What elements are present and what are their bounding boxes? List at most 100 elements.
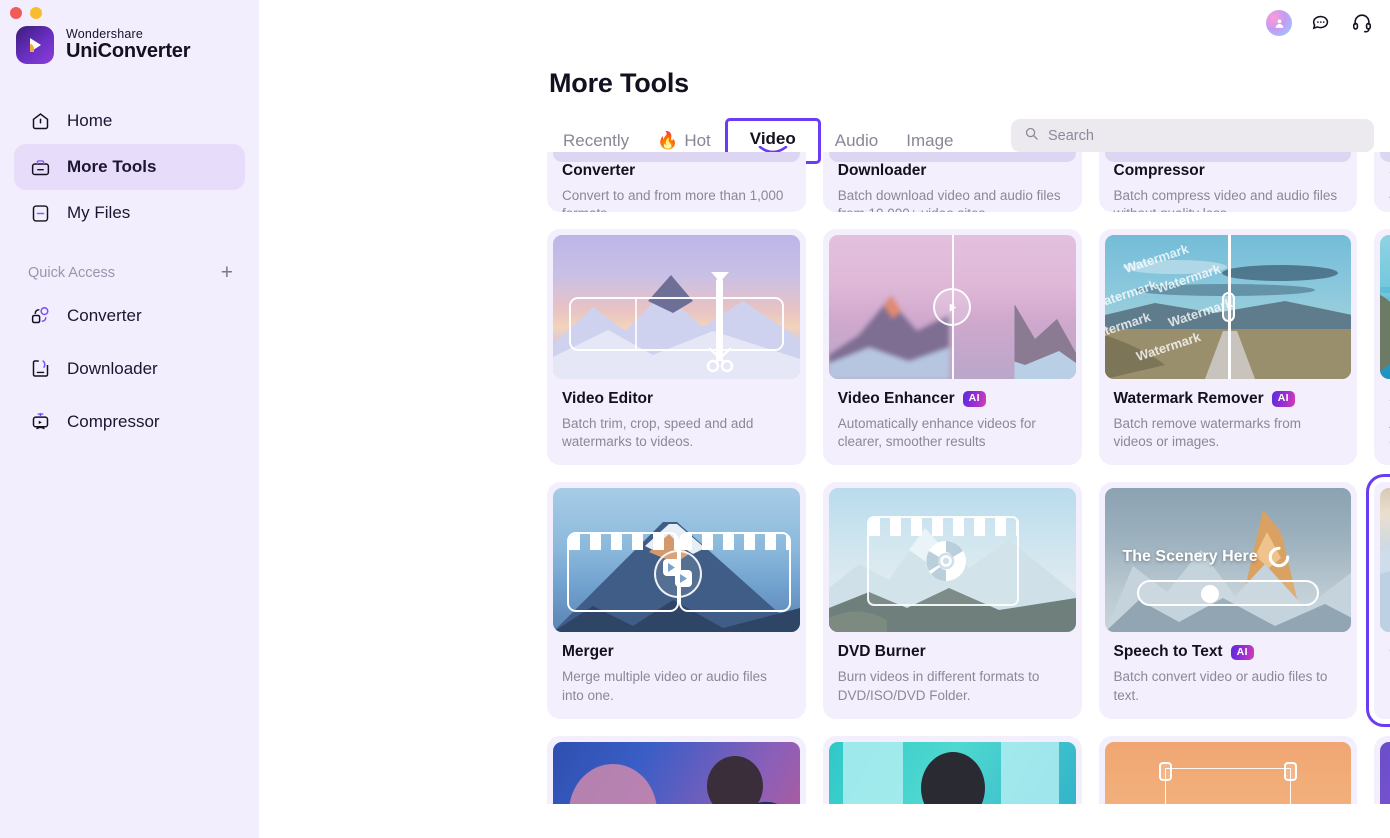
tool-card-compressor[interactable]: Compressor Batch compress video and audi… [1098,152,1358,212]
downloader-thumb [828,152,1076,162]
sidebar-item-label: My Files [67,203,131,222]
tool-row-clipped-bottom: watermark [547,735,1390,804]
tool-title: Merger [562,643,614,661]
screen-recorder-thumb [1380,152,1390,162]
tool-card-partial-2[interactable] [822,735,1082,804]
support-headset-icon[interactable] [1350,11,1374,35]
files-icon [28,201,52,225]
page-title: More Tools [549,68,690,98]
tool-desc: Convert to and from more than 1,000 form… [562,188,784,212]
close-window-button[interactable] [10,7,22,19]
tool-card-partial-3[interactable]: watermark [1098,735,1358,804]
tool-desc: Batch remove watermarks from videos or i… [1113,416,1302,450]
quick-access-header: Quick Access + [0,236,259,289]
sidebar-item-home[interactable]: Home [14,98,245,144]
plus-icon[interactable]: + [221,262,233,283]
top-right-icons [1266,10,1374,36]
sidebar-item-my-files[interactable]: My Files [14,190,245,236]
tool-card-video-editor[interactable]: Video Editor Batch trim, crop, speed and… [547,229,806,466]
toolbox-icon [28,155,52,179]
tab-label: Recently [563,131,630,150]
home-icon [28,109,52,133]
sidebar-item-label: Downloader [67,358,158,378]
sidebar-item-label: Compressor [67,411,160,431]
tool-card-partial-1[interactable] [547,735,806,804]
play-button-icon [933,288,972,326]
window-traffic-lights [10,7,42,19]
tool-title: DVD Burner [837,643,926,661]
dvd-burner-thumb [828,488,1076,633]
app-window: Wondershare UniConverter Home More Tools… [0,0,1390,838]
portrait-window-thumb [828,741,1076,804]
sidebar-item-label: More Tools [67,157,157,176]
sidebar-item-compressor[interactable]: Compressor [0,395,259,448]
tool-desc: Batch compress video and audio files wit… [1113,188,1338,212]
converter-icon [28,304,52,328]
speech-caption-text: The Scenery Here [1122,548,1258,566]
tool-card-partial-4[interactable] [1374,735,1390,804]
tool-card-merger[interactable]: Merger Merge multiple video or audio fil… [547,482,806,719]
tool-card-gif-maker[interactable]: GIF ··· GIF Maker Create a GIF from a vi… [1366,474,1390,727]
tool-desc: Batch convert video or audio files to te… [1113,669,1328,703]
tool-title: Video Enhancer [837,390,955,407]
tool-desc: Burn videos in different formats to DVD/… [837,669,1040,703]
feedback-chat-icon[interactable] [1309,11,1333,35]
subtitle-editor-thumb: TextTextText [1380,235,1390,379]
uniconverter-logo-icon [16,26,54,64]
tool-row-3: Merger Merge multiple video or audio fil… [547,474,1390,727]
tool-title: Video Editor [562,390,654,407]
tool-row-2: Video Editor Batch trim, crop, speed and… [547,229,1390,466]
sidebar-item-more-tools[interactable]: More Tools [14,144,245,190]
downloader-icon [28,357,52,381]
main-content: More Tools Recently 🔥 Hot Video Audio Im… [259,0,1390,838]
minimize-window-button[interactable] [30,7,42,19]
converter-thumb [553,152,800,162]
sidebar-item-downloader[interactable]: Downloader [0,342,259,395]
compressor-icon [28,410,52,434]
speech-to-text-thumb: The Scenery Here [1104,488,1352,633]
sidebar-item-converter[interactable]: Converter [0,289,259,342]
search-input[interactable] [1048,127,1361,144]
video-editor-thumb [553,235,800,379]
gif-maker-thumb: GIF ··· [1380,488,1390,633]
progress-slider[interactable] [1136,580,1320,607]
ai-badge: AI [1271,391,1295,407]
tool-card-screen-recorder[interactable]: Screen Recorder 4K quality screen record… [1374,152,1390,212]
tool-card-converter[interactable]: Converter Convert to and from more than … [547,152,806,212]
ai-badge: AI [962,391,986,407]
sidebar: Wondershare UniConverter Home More Tools… [0,0,259,838]
compare-slider-knob[interactable] [1221,292,1235,322]
tool-row-clipped-top: Converter Convert to and from more than … [547,152,1390,212]
tool-card-dvd-burner[interactable]: DVD Burner Burn videos in different form… [822,482,1082,719]
fire-emoji-icon: 🔥 [657,131,679,150]
search-icon [1024,126,1039,146]
user-avatar[interactable] [1266,10,1292,36]
tool-title: Downloader [837,162,927,179]
tool-card-subtitle-editor[interactable]: TextTextText Subtitle Editor AI Aut [1374,229,1390,466]
watermark-remover-thumb: Watermark Watermark Watermark Watermark … [1104,235,1352,379]
tab-label: Audio [834,131,879,150]
tab-label: Image [906,131,954,150]
search-bar[interactable] [1011,119,1374,152]
quick-access-title: Quick Access [28,264,116,281]
tool-desc: Automatically enhance videos for clearer… [837,416,1036,450]
tool-card-watermark-remover[interactable]: Watermark Watermark Watermark Watermark … [1098,229,1358,466]
tool-title: Converter [562,162,636,179]
merge-icon [663,559,692,588]
tool-title: Speech to Text [1113,643,1223,661]
tool-card-video-enhancer[interactable]: Video Enhancer AI Automatically enhance … [822,229,1082,466]
tab-label: Hot [684,131,711,150]
progress-slider-knob[interactable] [1200,585,1219,604]
singer-mic-thumb [1380,741,1390,804]
tool-card-downloader[interactable]: Downloader Batch download video and audi… [822,152,1082,212]
sidebar-item-label: Converter [67,305,142,325]
tool-title: Compressor [1113,162,1205,179]
tool-grid: Converter Convert to and from more than … [547,152,1390,838]
tool-desc: Batch download video and audio files fro… [837,188,1061,212]
sidebar-nav: Home More Tools My Files [0,98,259,236]
ai-badge: AI [1230,644,1254,661]
tool-desc: Merge multiple video or audio files into… [562,669,767,703]
brand-line2: UniConverter [66,40,191,63]
tool-card-speech-to-text[interactable]: The Scenery Here Speech to Text AI Batch… [1098,482,1358,719]
loading-spinner-icon [1268,547,1289,568]
